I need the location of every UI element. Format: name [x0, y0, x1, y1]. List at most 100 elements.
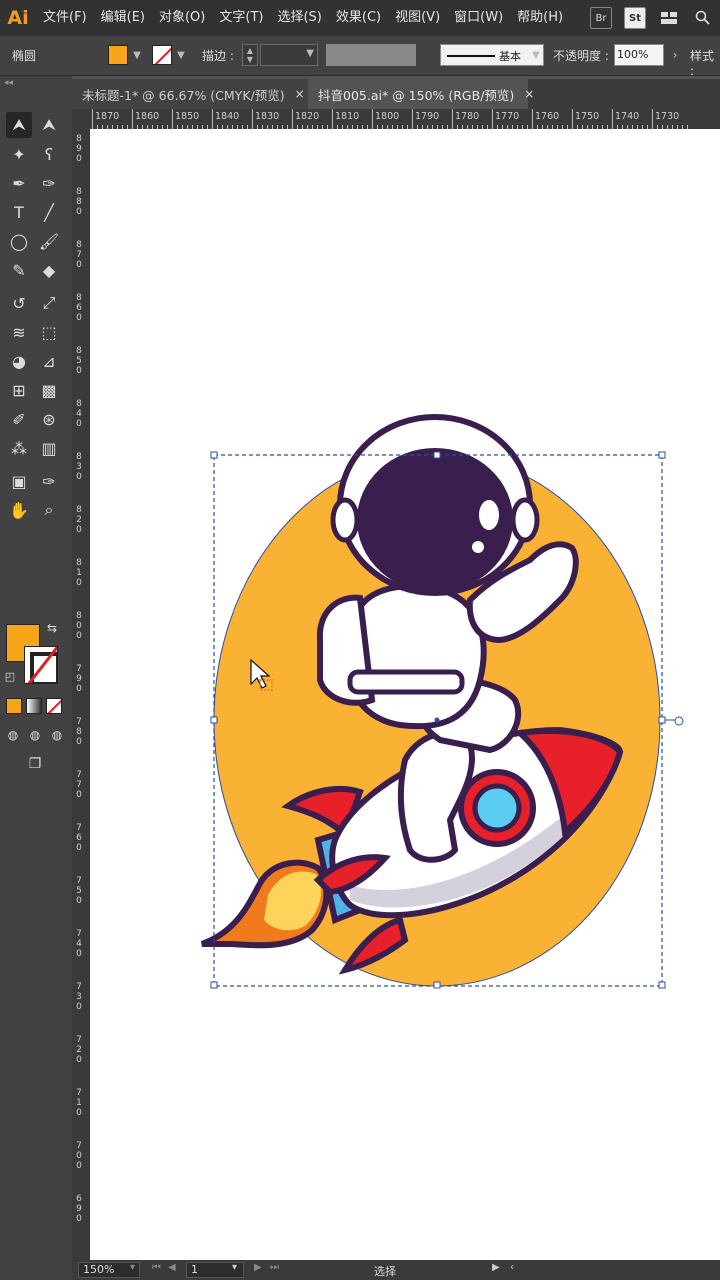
selection-handle[interactable]: [210, 451, 218, 459]
menu-item[interactable]: 帮助(H): [510, 0, 570, 36]
close-icon[interactable]: ×: [295, 87, 305, 101]
free-transform-tool[interactable]: ⬚: [36, 319, 62, 345]
astronaut-rocket-artwork[interactable]: [90, 129, 720, 1260]
lasso-tool[interactable]: ʕ: [36, 141, 62, 167]
tab-untitled[interactable]: 未标题-1* @ 66.67% (CMYK/预览) ×: [72, 79, 308, 109]
selection-tool[interactable]: ⮝: [6, 112, 32, 138]
horizontal-ruler[interactable]: 1870 1860 1850 1840 1830 1820 1810 1800 1790 1780…: [72, 109, 720, 129]
menu-item[interactable]: 窗口(W): [447, 0, 510, 36]
collapse-panel-icon[interactable]: ◂◂: [4, 78, 13, 88]
ruler-label: 790: [76, 664, 82, 694]
color-mode-swatch[interactable]: [6, 698, 22, 714]
menu-item[interactable]: 视图(V): [388, 0, 447, 36]
chevron-right-icon[interactable]: ›: [668, 45, 682, 65]
selection-handle[interactable]: [210, 981, 218, 989]
fill-color-swatch[interactable]: [108, 45, 128, 65]
stroke-weight-field[interactable]: ▼: [260, 44, 318, 66]
ruler-label: 720: [76, 1035, 82, 1065]
selection-handle[interactable]: [210, 716, 218, 724]
paintbrush-tool[interactable]: 🖌: [36, 228, 62, 254]
eyedropper-tool[interactable]: ✐: [6, 406, 32, 432]
chevron-down-icon[interactable]: ▼: [174, 45, 188, 65]
default-fill-stroke-icon[interactable]: ◰: [2, 668, 18, 684]
menu-item[interactable]: 文件(F): [36, 0, 94, 36]
gradient-mode-swatch[interactable]: [26, 698, 42, 714]
menu-item[interactable]: 效果(C): [329, 0, 388, 36]
stroke-weight-stepper[interactable]: ▲ ▼: [242, 44, 258, 66]
chevron-left-icon[interactable]: ‹: [510, 1262, 514, 1273]
control-bar: 椭圆 ▼ ▼ 描边 : ▲ ▼ ▼ 基本 ▼ 不透明度 : 100% › 样式 :: [0, 36, 720, 78]
ruler-label: 1790: [415, 111, 440, 122]
line-segment-tool[interactable]: ╱: [36, 199, 62, 225]
mesh-tool[interactable]: ⊞: [6, 377, 32, 403]
ellipse-tool[interactable]: ◯: [6, 228, 32, 254]
none-mode-swatch[interactable]: [46, 698, 62, 714]
first-artboard-icon[interactable]: ⏮: [152, 1262, 161, 1273]
draw-behind-icon[interactable]: ◍: [24, 724, 46, 746]
menu-item[interactable]: 编辑(E): [94, 0, 152, 36]
artboard[interactable]: [90, 129, 720, 1260]
draw-normal-icon[interactable]: ◍: [2, 724, 24, 746]
variable-width-profile[interactable]: [326, 44, 416, 66]
swap-fill-stroke-icon[interactable]: ⇆: [44, 620, 60, 636]
chevron-down-icon[interactable]: ▼: [130, 45, 144, 65]
slice-tool[interactable]: ✑: [36, 468, 62, 494]
magic-wand-tool[interactable]: ✦: [6, 141, 32, 167]
gradient-tool[interactable]: ▩: [36, 377, 62, 403]
selection-handle[interactable]: [433, 981, 441, 989]
close-icon[interactable]: ×: [524, 87, 534, 101]
last-artboard-icon[interactable]: ⏭: [270, 1262, 279, 1273]
play-icon[interactable]: ▶: [492, 1262, 500, 1273]
eraser-tool[interactable]: ◆: [36, 257, 62, 283]
stock-icon[interactable]: St: [624, 7, 646, 29]
rotate-tool[interactable]: ↺: [6, 290, 32, 316]
bridge-icon[interactable]: Br: [590, 7, 612, 29]
selection-handle[interactable]: [658, 981, 666, 989]
selection-handle[interactable]: [658, 716, 666, 724]
search-icon[interactable]: [692, 7, 714, 29]
hand-tool[interactable]: ✋: [6, 497, 32, 523]
chevron-down-icon[interactable]: ▾: [232, 1262, 237, 1273]
draw-inside-icon[interactable]: ◍: [46, 724, 68, 746]
style-label: 样式 :: [690, 49, 715, 78]
previous-artboard-icon[interactable]: ◀: [168, 1262, 176, 1273]
ruler-label: 750: [76, 876, 82, 906]
column-graph-tool[interactable]: ▥: [36, 435, 62, 461]
menu-bar: Ai 文件(F) 编辑(E) 对象(O) 文字(T) 选择(S) 效果(C) 视图(V) 窗口…: [0, 0, 720, 36]
zoom-tool[interactable]: ⌕: [36, 497, 62, 523]
blend-tool[interactable]: ⊛: [36, 406, 62, 432]
menu-item[interactable]: 选择(S): [270, 0, 328, 36]
tab-douyin005[interactable]: 抖音005.ai* @ 150% (RGB/预览) ×: [308, 79, 534, 109]
width-tool[interactable]: ≋: [6, 319, 32, 345]
symbol-sprayer-tool[interactable]: ⁂: [6, 435, 32, 461]
direct-selection-tool[interactable]: ⮝: [36, 112, 62, 138]
stroke-swatch[interactable]: [24, 646, 58, 684]
selection-handle[interactable]: [433, 451, 441, 459]
ruler-label: 1740: [615, 111, 640, 122]
chevron-down-icon[interactable]: ▼: [529, 45, 543, 65]
menu-item[interactable]: 文字(T): [212, 0, 270, 36]
illustrator-window: Ai 文件(F) 编辑(E) 对象(O) 文字(T) 选择(S) 效果(C) 视图(V) 窗口…: [0, 0, 720, 1280]
ruler-tick: [212, 109, 213, 129]
vertical-ruler[interactable]: 890 880 870 860 850 840 830 820 810 800 790 780 770 7…: [72, 129, 90, 1260]
opacity-field[interactable]: 100%: [614, 44, 664, 66]
screen-mode-icon[interactable]: ❐: [22, 752, 48, 776]
next-artboard-icon[interactable]: ▶: [254, 1262, 262, 1273]
canvas-area[interactable]: [90, 129, 720, 1260]
selection-handle[interactable]: [658, 451, 666, 459]
pie-widget-handle[interactable]: [674, 716, 684, 726]
pencil-tool[interactable]: ✎: [6, 257, 32, 283]
chevron-down-icon[interactable]: ▾: [130, 1262, 135, 1273]
visor-highlight: [479, 500, 499, 530]
shape-builder-tool[interactable]: ◕: [6, 348, 32, 374]
menu-item[interactable]: 对象(O): [152, 0, 212, 36]
curvature-tool[interactable]: ✑: [36, 170, 62, 196]
workspace-layout-icon[interactable]: [658, 7, 680, 29]
ruler-label: 860: [76, 293, 82, 323]
scale-tool[interactable]: ⤢: [36, 290, 62, 316]
pen-tool[interactable]: ✒: [6, 170, 32, 196]
stroke-color-swatch[interactable]: [152, 45, 172, 65]
type-tool[interactable]: T: [6, 199, 32, 225]
perspective-grid-tool[interactable]: ⊿: [36, 348, 62, 374]
artboard-tool[interactable]: ▣: [6, 468, 32, 494]
